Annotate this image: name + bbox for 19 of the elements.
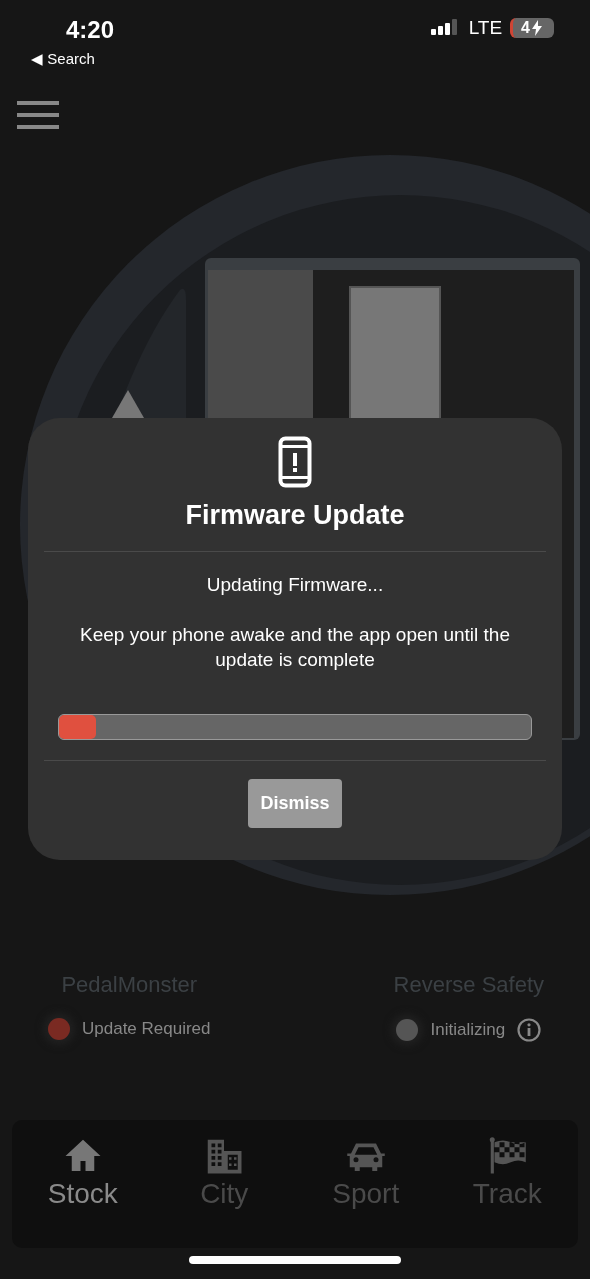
menu-icon[interactable] [17,101,59,129]
status-time: 4:20 [66,16,115,44]
device-status: Initializing [430,1020,506,1040]
dialog-message: Keep your phone awake and the app open until the update is complete [79,623,511,672]
network-label: LTE [468,17,503,39]
back-link[interactable]: ◀ Search [31,50,95,68]
tab[interactable]: Sport [310,1136,421,1210]
update-status: Updating Firmware... [206,574,384,596]
flag-icon [487,1136,528,1176]
dialog-title: Firmware Update [185,500,405,531]
info-icon[interactable] [517,1018,542,1042]
tab[interactable]: Track [452,1136,563,1210]
phone-alert-icon [278,436,312,488]
device-status: Update Required [82,1019,211,1039]
tab[interactable]: Stock [27,1136,138,1210]
dismiss-button[interactable]: Dismiss [248,779,342,828]
charging-icon [532,20,542,36]
battery-indicator: 4 [510,18,554,38]
tab[interactable]: City [169,1136,280,1210]
